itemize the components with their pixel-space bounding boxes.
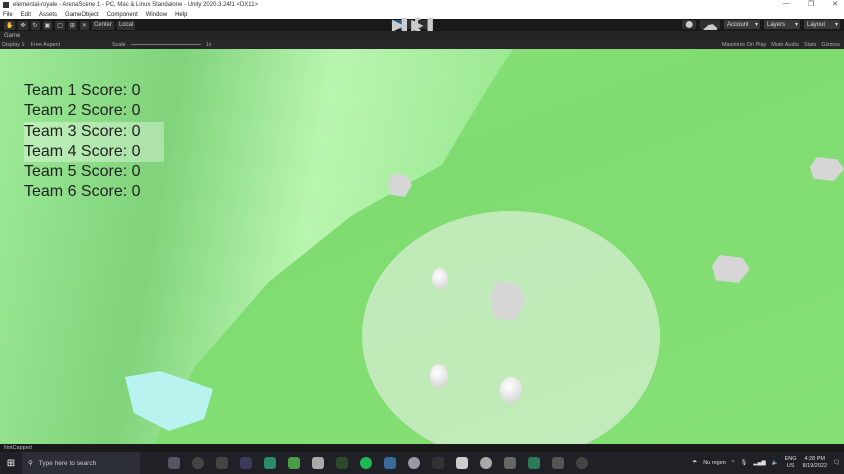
volume-icon[interactable]: 🔈 (772, 460, 779, 466)
layout-dropdown[interactable]: Layout ▾ (804, 20, 840, 29)
app-icon[interactable] (288, 457, 300, 469)
unity-icon (3, 2, 9, 8)
team-score: Team 5 Score: 0 (24, 163, 141, 181)
app-icon[interactable] (264, 457, 276, 469)
menu-gameobject[interactable]: GameObject (65, 12, 99, 18)
app-icon[interactable] (312, 457, 324, 469)
github-icon[interactable] (456, 457, 468, 469)
rect-tool-icon[interactable]: ▢ (55, 20, 65, 30)
team-score: Team 2 Score: 0 (24, 102, 141, 120)
step-button[interactable]: ▶❚ (411, 17, 437, 34)
gizmos-dropdown[interactable]: Gizmos (821, 42, 840, 48)
network-icon[interactable]: ▂▄▆ (753, 460, 765, 466)
score-board: Team 1 Score: 0 Team 2 Score: 0 Team 3 S… (24, 81, 164, 203)
status-bar: NotCapped (0, 444, 844, 452)
app-icon[interactable] (528, 457, 540, 469)
task-view-icon[interactable] (216, 457, 228, 469)
spotify-icon[interactable] (360, 457, 372, 469)
window-title: elemental-royale - ArenaScene 1 - PC, Ma… (13, 2, 259, 8)
collab-icon[interactable]: ● (682, 16, 696, 33)
menu-file[interactable]: File (3, 12, 13, 18)
egg (430, 364, 448, 388)
maximize-on-play-toggle[interactable]: Maximize On Play (722, 42, 766, 48)
scale-label: Scale (111, 41, 126, 48)
menu-component[interactable]: Component (107, 12, 138, 18)
rock (712, 255, 750, 283)
app-icon[interactable] (480, 457, 492, 469)
move-tool-icon[interactable]: ✥ (18, 20, 28, 30)
cortana-icon[interactable] (192, 457, 204, 469)
taskbar-search[interactable]: ⚲ Type here to search (22, 452, 140, 474)
notifications-icon[interactable]: 🗨 (833, 460, 840, 466)
transform-tool-icon[interactable]: ⊞ (67, 20, 77, 30)
system-tray: ☂ Nu regen ^ 🎙 ▂▄▆ 🔈 ENG US 4:28 PM 8/19/2… (692, 452, 840, 474)
title-bar: elemental-royale - ArenaScene 1 - PC, Ma… (0, 0, 844, 10)
game-toolbar: Display 1 Free Aspect Scale 1x Maximize … (0, 40, 844, 49)
app-icon[interactable] (336, 457, 348, 469)
egg (500, 377, 522, 403)
close-button[interactable]: ✕ (832, 0, 838, 8)
egg (432, 268, 448, 290)
menu-window[interactable]: Window (146, 12, 167, 18)
app-icon[interactable] (168, 457, 180, 469)
mute-audio-toggle[interactable]: Mute Audio (771, 42, 799, 48)
game-view[interactable]: Team 1 Score: 0 Team 2 Score: 0 Team 3 S… (0, 49, 844, 444)
cloud-icon[interactable]: ☁ (700, 17, 720, 34)
team-score: Team 6 Score: 0 (24, 183, 141, 201)
center-button[interactable]: Center (91, 20, 114, 30)
scale-value: 1x (205, 41, 212, 48)
microphone-icon[interactable]: 🎙 (740, 460, 747, 466)
rotate-tool-icon[interactable]: ↻ (30, 20, 40, 30)
app-icon[interactable] (432, 457, 444, 469)
weather-icon[interactable]: ☂ (692, 460, 697, 466)
discord-icon[interactable] (408, 457, 420, 469)
layers-dropdown[interactable]: Layers ▾ (764, 20, 800, 29)
rock (810, 157, 844, 181)
hand-tool-icon[interactable]: ✋ (4, 20, 16, 30)
menu-assets[interactable]: Assets (39, 12, 57, 18)
weather-text[interactable]: Nu regen (703, 460, 726, 466)
search-icon: ⚲ (28, 460, 33, 467)
scale-slider[interactable] (130, 44, 201, 45)
team-score: Team 3 Score: 0 (24, 121, 164, 142)
minimize-button[interactable]: — (783, 0, 790, 8)
scale-tool-icon[interactable]: ▣ (42, 20, 53, 30)
team-score: Team 4 Score: 0 (24, 141, 164, 163)
aspect-dropdown[interactable]: Free Aspect (31, 42, 60, 48)
arena-platform (362, 211, 660, 444)
windows-start-icon[interactable]: ⊞ (0, 458, 22, 469)
custom-tool-icon[interactable]: ✕ (79, 20, 89, 30)
app-icon[interactable] (240, 457, 252, 469)
language-indicator[interactable]: ENG US (785, 456, 797, 470)
restore-button[interactable]: ❐ (808, 0, 814, 8)
app-icon[interactable] (576, 457, 588, 469)
display-dropdown[interactable]: Display 1 (2, 42, 25, 48)
tray-chevron-icon[interactable]: ^ (732, 460, 735, 466)
menu-help[interactable]: Help (175, 12, 187, 18)
menu-edit[interactable]: Edit (21, 12, 31, 18)
clock[interactable]: 4:28 PM 8/19/2022 (803, 456, 827, 470)
app-icon[interactable] (504, 457, 516, 469)
tab-game[interactable]: Game (0, 31, 844, 40)
account-dropdown[interactable]: Account ▾ (724, 20, 760, 29)
unity-taskbar-icon[interactable] (552, 457, 564, 469)
steam-icon[interactable] (384, 457, 396, 469)
local-button[interactable]: Local (116, 20, 136, 30)
team-score: Team 1 Score: 0 (24, 82, 141, 99)
stats-toggle[interactable]: Stats (804, 42, 817, 48)
